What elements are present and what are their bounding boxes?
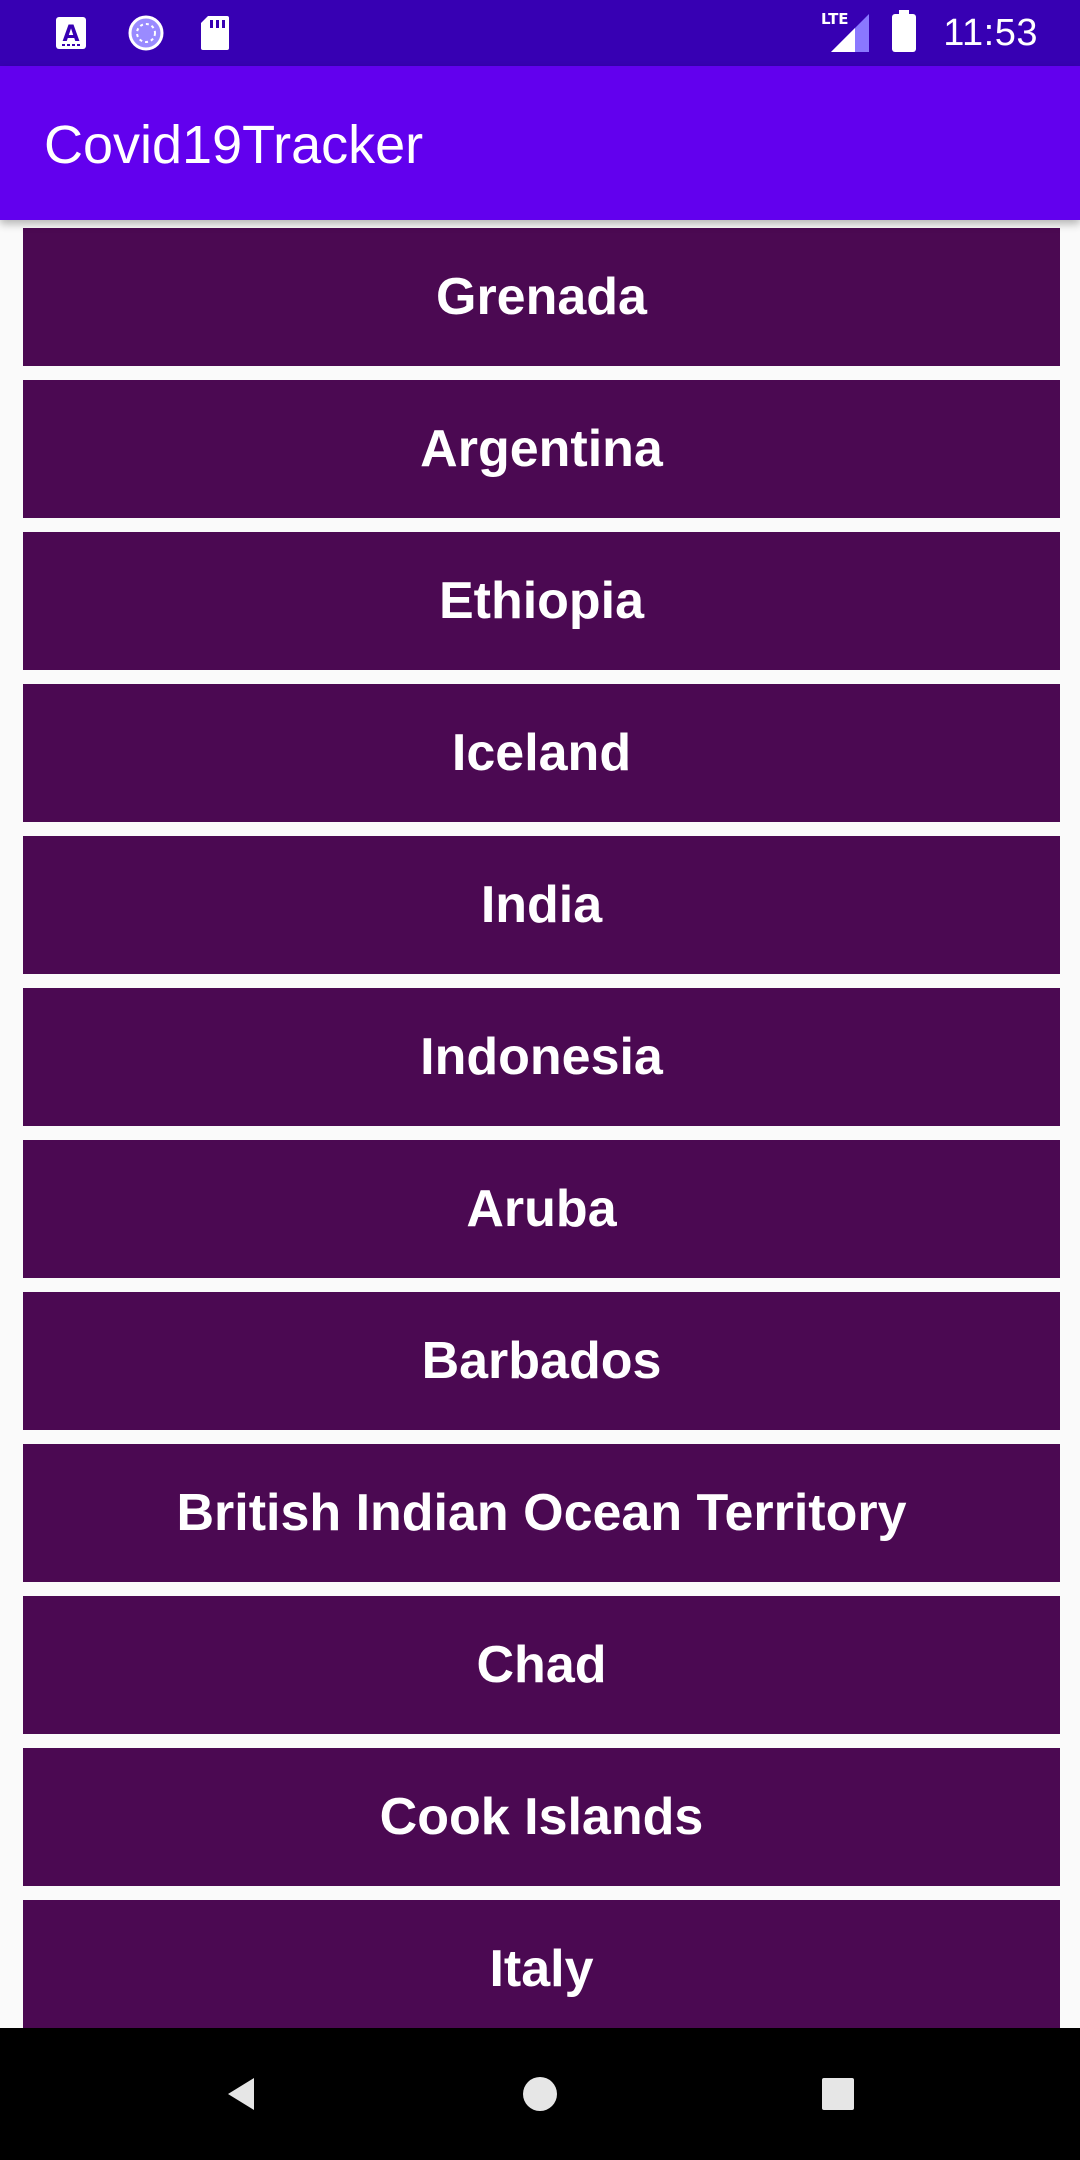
- country-name: Barbados: [421, 1332, 662, 1390]
- country-name: Grenada: [436, 268, 647, 326]
- country-name: Ethiopia: [438, 572, 645, 630]
- signal-lte-icon: LTE: [821, 8, 873, 59]
- keyboard-a-icon: A: [54, 13, 88, 53]
- country-name: Cook Islands: [379, 1788, 704, 1846]
- recents-icon[interactable]: [808, 2064, 868, 2124]
- sync-circle-icon: [126, 13, 164, 53]
- country-list-item[interactable]: Grenada: [23, 228, 1060, 366]
- status-time: 11:53: [943, 11, 1038, 54]
- svg-text:LTE: LTE: [821, 10, 849, 28]
- country-list-item[interactable]: Indonesia: [23, 988, 1060, 1126]
- country-name: India: [480, 876, 603, 934]
- status-left-icons: A: [54, 13, 270, 53]
- app-title: Covid19Tracker: [44, 115, 424, 175]
- country-list-item[interactable]: Aruba: [23, 1140, 1060, 1278]
- country-name: Argentina: [420, 420, 663, 478]
- app-bar: Covid19Tracker: [0, 66, 1080, 220]
- country-list-item[interactable]: India: [23, 836, 1060, 974]
- country-list-item[interactable]: Italy: [23, 1900, 1060, 2028]
- country-list[interactable]: Grenada Argentina Ethiopia Iceland India Indo…: [23, 228, 1060, 2028]
- country-name: Indonesia: [420, 1028, 663, 1086]
- status-right-icons: LTE 11:53: [821, 8, 1038, 59]
- country-list-item[interactable]: Barbados: [23, 1292, 1060, 1430]
- home-icon[interactable]: [510, 2064, 570, 2124]
- country-list-item[interactable]: Chad: [23, 1596, 1060, 1734]
- navigation-bar: [0, 2028, 1080, 2160]
- country-name: Chad: [476, 1636, 607, 1694]
- svg-text:A: A: [62, 22, 79, 47]
- country-name: Italy: [489, 1940, 594, 1998]
- country-list-item[interactable]: Ethiopia: [23, 532, 1060, 670]
- country-name: Iceland: [451, 724, 632, 782]
- country-list-item[interactable]: British Indian Ocean Territory: [23, 1444, 1060, 1582]
- country-list-item[interactable]: Argentina: [23, 380, 1060, 518]
- country-list-item[interactable]: Iceland: [23, 684, 1060, 822]
- country-name: British Indian Ocean Territory: [176, 1484, 907, 1542]
- back-icon[interactable]: [212, 2064, 272, 2124]
- sd-card-icon: [198, 13, 232, 53]
- status-bar: A LTE 11:53: [0, 0, 1080, 66]
- country-name: Aruba: [466, 1180, 617, 1238]
- battery-icon: [891, 9, 917, 58]
- country-list-item[interactable]: Cook Islands: [23, 1748, 1060, 1886]
